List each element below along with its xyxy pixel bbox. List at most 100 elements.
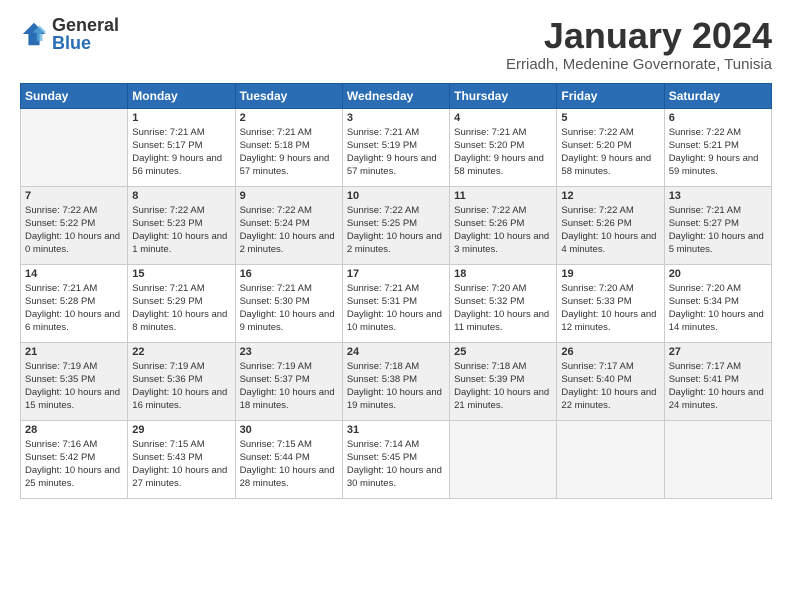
cell-w0-d0 — [21, 108, 128, 186]
cell-w4-d1: 29 Sunrise: 7:15 AMSunset: 5:43 PMDaylig… — [128, 420, 235, 498]
logo: General Blue — [20, 16, 119, 52]
day-number: 21 — [25, 346, 123, 358]
page: General Blue January 2024 Erriadh, Meden… — [0, 0, 792, 612]
cell-w1-d6: 13 Sunrise: 7:21 AMSunset: 5:27 PMDaylig… — [664, 186, 771, 264]
day-number: 27 — [669, 346, 767, 358]
cell-w1-d2: 9 Sunrise: 7:22 AMSunset: 5:24 PMDayligh… — [235, 186, 342, 264]
day-details: Sunrise: 7:17 AMSunset: 5:40 PMDaylight:… — [561, 361, 656, 412]
day-number: 7 — [25, 190, 123, 202]
day-details: Sunrise: 7:22 AMSunset: 5:22 PMDaylight:… — [25, 205, 120, 256]
cell-w0-d5: 5 Sunrise: 7:22 AMSunset: 5:20 PMDayligh… — [557, 108, 664, 186]
day-number: 8 — [132, 190, 230, 202]
week-row-1: 1 Sunrise: 7:21 AMSunset: 5:17 PMDayligh… — [21, 108, 772, 186]
day-number: 11 — [454, 190, 552, 202]
cell-w0-d6: 6 Sunrise: 7:22 AMSunset: 5:21 PMDayligh… — [664, 108, 771, 186]
day-details: Sunrise: 7:18 AMSunset: 5:39 PMDaylight:… — [454, 361, 549, 412]
day-details: Sunrise: 7:21 AMSunset: 5:17 PMDaylight:… — [132, 127, 222, 178]
day-number: 19 — [561, 268, 659, 280]
location-subtitle: Erriadh, Medenine Governorate, Tunisia — [506, 56, 772, 73]
day-number: 2 — [240, 112, 338, 124]
cell-w1-d4: 11 Sunrise: 7:22 AMSunset: 5:26 PMDaylig… — [450, 186, 557, 264]
day-details: Sunrise: 7:21 AMSunset: 5:28 PMDaylight:… — [25, 283, 120, 334]
day-details: Sunrise: 7:21 AMSunset: 5:29 PMDaylight:… — [132, 283, 227, 334]
cell-w1-d5: 12 Sunrise: 7:22 AMSunset: 5:26 PMDaylig… — [557, 186, 664, 264]
day-details: Sunrise: 7:19 AMSunset: 5:36 PMDaylight:… — [132, 361, 227, 412]
day-number: 22 — [132, 346, 230, 358]
day-details: Sunrise: 7:20 AMSunset: 5:32 PMDaylight:… — [454, 283, 549, 334]
cell-w4-d5 — [557, 420, 664, 498]
week-row-3: 14 Sunrise: 7:21 AMSunset: 5:28 PMDaylig… — [21, 264, 772, 342]
day-details: Sunrise: 7:15 AMSunset: 5:43 PMDaylight:… — [132, 439, 227, 490]
day-details: Sunrise: 7:15 AMSunset: 5:44 PMDaylight:… — [240, 439, 335, 490]
day-details: Sunrise: 7:22 AMSunset: 5:24 PMDaylight:… — [240, 205, 335, 256]
cell-w2-d1: 15 Sunrise: 7:21 AMSunset: 5:29 PMDaylig… — [128, 264, 235, 342]
day-number: 17 — [347, 268, 445, 280]
day-number: 18 — [454, 268, 552, 280]
day-number: 31 — [347, 424, 445, 436]
cell-w2-d6: 20 Sunrise: 7:20 AMSunset: 5:34 PMDaylig… — [664, 264, 771, 342]
logo-general: General — [52, 16, 119, 34]
cell-w3-d2: 23 Sunrise: 7:19 AMSunset: 5:37 PMDaylig… — [235, 342, 342, 420]
cell-w3-d6: 27 Sunrise: 7:17 AMSunset: 5:41 PMDaylig… — [664, 342, 771, 420]
day-number: 25 — [454, 346, 552, 358]
day-details: Sunrise: 7:21 AMSunset: 5:27 PMDaylight:… — [669, 205, 764, 256]
day-details: Sunrise: 7:21 AMSunset: 5:30 PMDaylight:… — [240, 283, 335, 334]
cell-w4-d0: 28 Sunrise: 7:16 AMSunset: 5:42 PMDaylig… — [21, 420, 128, 498]
cell-w3-d0: 21 Sunrise: 7:19 AMSunset: 5:35 PMDaylig… — [21, 342, 128, 420]
day-details: Sunrise: 7:22 AMSunset: 5:26 PMDaylight:… — [454, 205, 549, 256]
day-details: Sunrise: 7:17 AMSunset: 5:41 PMDaylight:… — [669, 361, 764, 412]
day-number: 3 — [347, 112, 445, 124]
day-number: 13 — [669, 190, 767, 202]
month-title: January 2024 — [506, 16, 772, 56]
day-number: 10 — [347, 190, 445, 202]
day-details: Sunrise: 7:22 AMSunset: 5:26 PMDaylight:… — [561, 205, 656, 256]
day-details: Sunrise: 7:21 AMSunset: 5:31 PMDaylight:… — [347, 283, 442, 334]
cell-w2-d4: 18 Sunrise: 7:20 AMSunset: 5:32 PMDaylig… — [450, 264, 557, 342]
day-details: Sunrise: 7:22 AMSunset: 5:21 PMDaylight:… — [669, 127, 759, 178]
logo-icon — [20, 20, 48, 48]
day-details: Sunrise: 7:19 AMSunset: 5:37 PMDaylight:… — [240, 361, 335, 412]
calendar-table: Sunday Monday Tuesday Wednesday Thursday… — [20, 83, 772, 499]
week-row-4: 21 Sunrise: 7:19 AMSunset: 5:35 PMDaylig… — [21, 342, 772, 420]
col-thursday: Thursday — [450, 83, 557, 108]
col-tuesday: Tuesday — [235, 83, 342, 108]
day-details: Sunrise: 7:20 AMSunset: 5:33 PMDaylight:… — [561, 283, 656, 334]
cell-w1-d1: 8 Sunrise: 7:22 AMSunset: 5:23 PMDayligh… — [128, 186, 235, 264]
cell-w4-d2: 30 Sunrise: 7:15 AMSunset: 5:44 PMDaylig… — [235, 420, 342, 498]
week-row-2: 7 Sunrise: 7:22 AMSunset: 5:22 PMDayligh… — [21, 186, 772, 264]
cell-w2-d2: 16 Sunrise: 7:21 AMSunset: 5:30 PMDaylig… — [235, 264, 342, 342]
cell-w4-d3: 31 Sunrise: 7:14 AMSunset: 5:45 PMDaylig… — [342, 420, 449, 498]
day-details: Sunrise: 7:22 AMSunset: 5:20 PMDaylight:… — [561, 127, 651, 178]
col-sunday: Sunday — [21, 83, 128, 108]
cell-w4-d6 — [664, 420, 771, 498]
header-row: Sunday Monday Tuesday Wednesday Thursday… — [21, 83, 772, 108]
cell-w0-d3: 3 Sunrise: 7:21 AMSunset: 5:19 PMDayligh… — [342, 108, 449, 186]
day-details: Sunrise: 7:22 AMSunset: 5:25 PMDaylight:… — [347, 205, 442, 256]
cell-w1-d0: 7 Sunrise: 7:22 AMSunset: 5:22 PMDayligh… — [21, 186, 128, 264]
cell-w2-d3: 17 Sunrise: 7:21 AMSunset: 5:31 PMDaylig… — [342, 264, 449, 342]
cell-w3-d5: 26 Sunrise: 7:17 AMSunset: 5:40 PMDaylig… — [557, 342, 664, 420]
day-number: 1 — [132, 112, 230, 124]
cell-w3-d1: 22 Sunrise: 7:19 AMSunset: 5:36 PMDaylig… — [128, 342, 235, 420]
col-monday: Monday — [128, 83, 235, 108]
day-number: 4 — [454, 112, 552, 124]
day-number: 5 — [561, 112, 659, 124]
col-wednesday: Wednesday — [342, 83, 449, 108]
day-number: 30 — [240, 424, 338, 436]
title-block: January 2024 Erriadh, Medenine Governora… — [506, 16, 772, 73]
day-details: Sunrise: 7:20 AMSunset: 5:34 PMDaylight:… — [669, 283, 764, 334]
week-row-5: 28 Sunrise: 7:16 AMSunset: 5:42 PMDaylig… — [21, 420, 772, 498]
col-friday: Friday — [557, 83, 664, 108]
day-number: 29 — [132, 424, 230, 436]
day-number: 23 — [240, 346, 338, 358]
logo-text: General Blue — [52, 16, 119, 52]
day-number: 14 — [25, 268, 123, 280]
day-details: Sunrise: 7:14 AMSunset: 5:45 PMDaylight:… — [347, 439, 442, 490]
day-details: Sunrise: 7:21 AMSunset: 5:20 PMDaylight:… — [454, 127, 544, 178]
cell-w2-d0: 14 Sunrise: 7:21 AMSunset: 5:28 PMDaylig… — [21, 264, 128, 342]
header: General Blue January 2024 Erriadh, Meden… — [20, 16, 772, 73]
cell-w2-d5: 19 Sunrise: 7:20 AMSunset: 5:33 PMDaylig… — [557, 264, 664, 342]
day-details: Sunrise: 7:22 AMSunset: 5:23 PMDaylight:… — [132, 205, 227, 256]
cell-w4-d4 — [450, 420, 557, 498]
day-number: 24 — [347, 346, 445, 358]
